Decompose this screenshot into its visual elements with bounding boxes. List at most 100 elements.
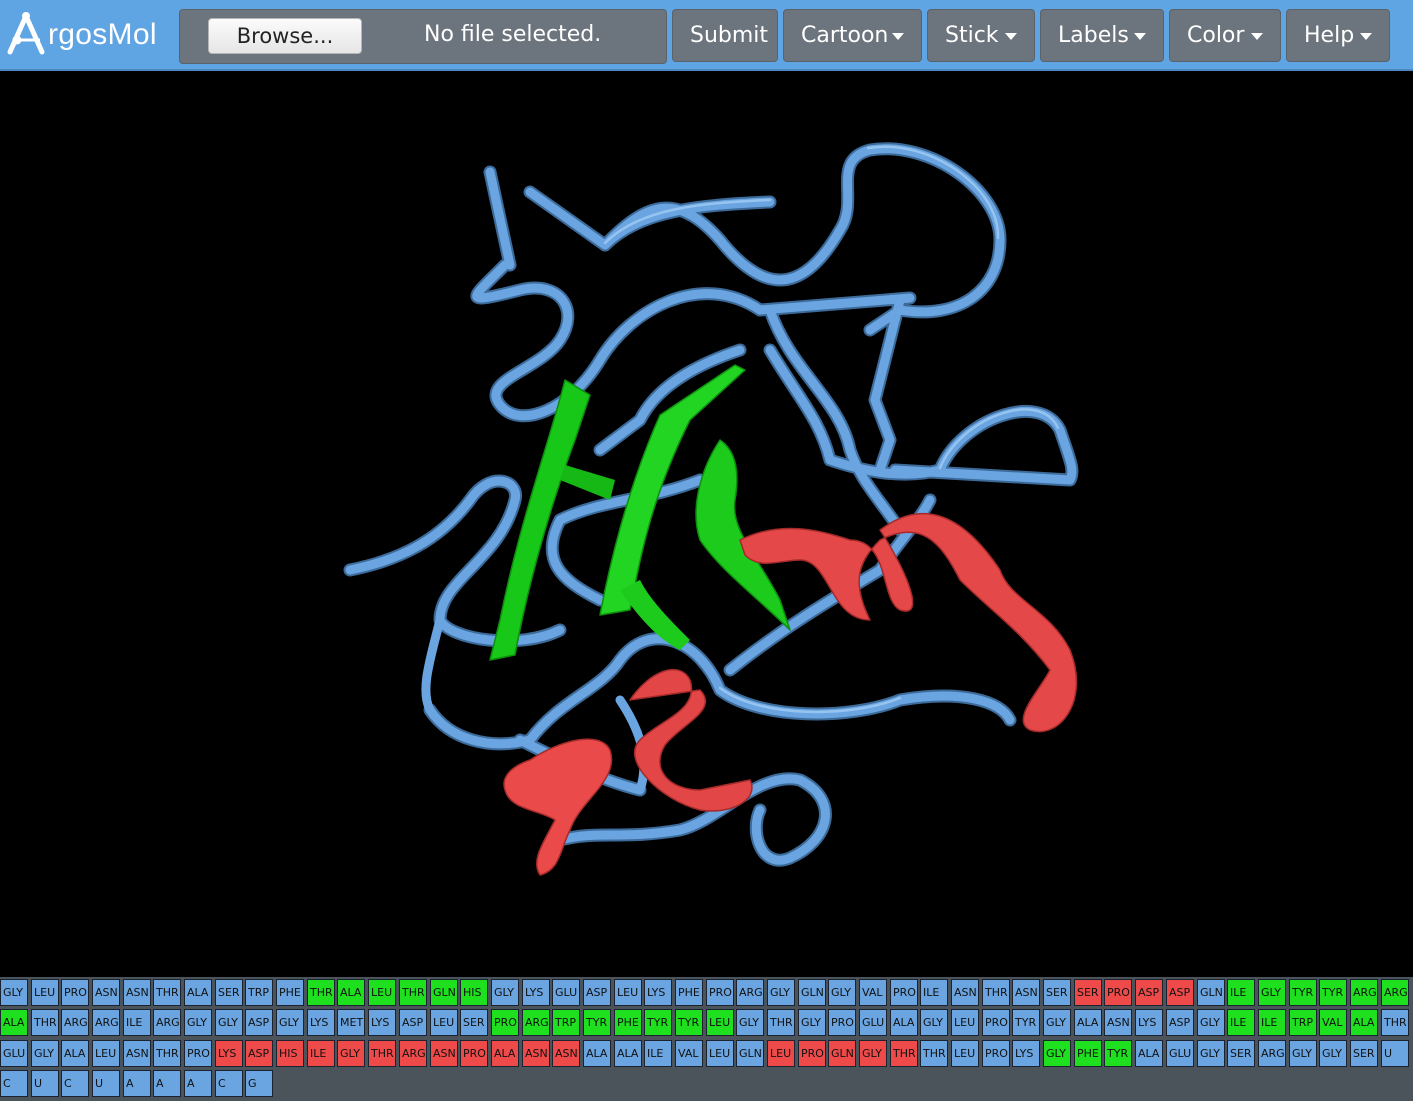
residue-cell[interactable]: ARG [1350, 979, 1378, 1006]
residue-cell[interactable]: THR [153, 979, 181, 1006]
residue-cell[interactable]: TYR [1104, 1040, 1132, 1067]
residue-cell[interactable]: GLN [798, 979, 826, 1006]
residue-cell[interactable]: ALA [583, 1040, 611, 1067]
residue-cell[interactable]: SER [460, 1009, 488, 1036]
residue-cell[interactable]: PHE [1074, 1040, 1102, 1067]
color-menu-button[interactable]: Color [1169, 9, 1281, 62]
molecule-viewer[interactable] [0, 71, 1413, 977]
residue-cell[interactable]: U [1381, 1040, 1409, 1067]
residue-cell[interactable]: PRO [491, 1009, 519, 1036]
residue-cell[interactable]: GLY [1197, 1040, 1225, 1067]
residue-cell[interactable]: ARG [736, 979, 764, 1006]
residue-cell[interactable]: HIS [460, 979, 488, 1006]
residue-cell[interactable]: A [153, 1070, 181, 1097]
residue-cell[interactable]: LYS [368, 1009, 396, 1036]
residue-cell[interactable]: GLY [276, 1009, 304, 1036]
residue-cell[interactable]: GLY [184, 1009, 212, 1036]
residue-cell[interactable]: GLU [1166, 1040, 1194, 1067]
residue-cell[interactable]: TYR [675, 1009, 703, 1036]
residue-cell[interactable]: C [0, 1070, 28, 1097]
residue-cell[interactable]: ARG [399, 1040, 427, 1067]
residue-cell[interactable]: ASP [1166, 979, 1194, 1006]
residue-cell[interactable]: LYS [522, 979, 550, 1006]
residue-cell[interactable]: THR [1381, 1009, 1409, 1036]
residue-cell[interactable]: PHE [614, 1009, 642, 1036]
residue-cell[interactable]: GLY [1043, 1009, 1071, 1036]
residue-cell[interactable]: GLY [1197, 1009, 1225, 1036]
residue-cell[interactable]: GLN [736, 1040, 764, 1067]
residue-cell[interactable]: THR [982, 979, 1010, 1006]
residue-cell[interactable]: GLY [491, 979, 519, 1006]
brand[interactable]: rgosMol [6, 10, 157, 56]
residue-cell[interactable]: ILE [123, 1009, 151, 1036]
residue-cell[interactable]: TYR [1289, 979, 1317, 1006]
residue-cell[interactable]: GLY [337, 1040, 365, 1067]
residue-cell[interactable]: ARG [1381, 979, 1409, 1006]
residue-cell[interactable]: PRO [828, 1009, 856, 1036]
residue-cell[interactable]: TYR [583, 1009, 611, 1036]
residue-cell[interactable]: GLY [1043, 1040, 1071, 1067]
residue-cell[interactable]: PRO [798, 1040, 826, 1067]
residue-cell[interactable]: GLY [828, 979, 856, 1006]
residue-cell[interactable]: GLY [798, 1009, 826, 1036]
residue-cell[interactable]: C [215, 1070, 243, 1097]
residue-cell[interactable]: A [184, 1070, 212, 1097]
residue-cell[interactable]: PRO [61, 979, 89, 1006]
residue-cell[interactable]: ALA [0, 1009, 28, 1036]
residue-cell[interactable]: ASP [583, 979, 611, 1006]
residue-cell[interactable]: ASN [123, 979, 151, 1006]
residue-cell[interactable]: ASN [92, 979, 120, 1006]
residue-cell[interactable]: LEU [368, 979, 396, 1006]
residue-cell[interactable]: ILE [307, 1040, 335, 1067]
residue-cell[interactable]: GLY [920, 1009, 948, 1036]
residue-cell[interactable]: PRO [982, 1040, 1010, 1067]
residue-cell[interactable]: ARG [153, 1009, 181, 1036]
residue-cell[interactable]: LEU [951, 1009, 979, 1036]
residue-cell[interactable]: SER [1043, 979, 1071, 1006]
residue-cell[interactable]: ARG [1258, 1040, 1286, 1067]
residue-cell[interactable]: ASP [1166, 1009, 1194, 1036]
labels-menu-button[interactable]: Labels [1040, 9, 1164, 62]
residue-cell[interactable]: HIS [276, 1040, 304, 1067]
residue-cell[interactable]: A [123, 1070, 151, 1097]
residue-cell[interactable]: ALA [890, 1009, 918, 1036]
residue-cell[interactable]: GLY [1289, 1040, 1317, 1067]
residue-cell[interactable]: G [245, 1070, 273, 1097]
residue-cell[interactable]: VAL [1319, 1009, 1347, 1036]
residue-cell[interactable]: U [92, 1070, 120, 1097]
residue-cell[interactable]: GLY [736, 1009, 764, 1036]
residue-cell[interactable]: C [61, 1070, 89, 1097]
residue-cell[interactable]: ALA [61, 1040, 89, 1067]
residue-cell[interactable]: PRO [982, 1009, 1010, 1036]
residue-cell[interactable]: GLY [1258, 979, 1286, 1006]
residue-cell[interactable]: LEU [951, 1040, 979, 1067]
cartoon-menu-button[interactable]: Cartoon [783, 9, 922, 62]
residue-cell[interactable]: THR [31, 1009, 59, 1036]
submit-button[interactable]: Submit [672, 9, 778, 62]
residue-cell[interactable]: SER [1074, 979, 1102, 1006]
residue-cell[interactable]: VAL [675, 1040, 703, 1067]
residue-cell[interactable]: ASP [245, 1040, 273, 1067]
residue-cell[interactable]: GLY [1319, 1040, 1347, 1067]
residue-cell[interactable]: ASP [1135, 979, 1163, 1006]
residue-cell[interactable]: PRO [460, 1040, 488, 1067]
residue-cell[interactable]: ALA [1135, 1040, 1163, 1067]
residue-cell[interactable]: TRP [552, 1009, 580, 1036]
residue-cell[interactable]: ASP [399, 1009, 427, 1036]
residue-cell[interactable]: PHE [675, 979, 703, 1006]
residue-cell[interactable]: LEU [767, 1040, 795, 1067]
residue-cell[interactable]: ILE [1227, 1009, 1255, 1036]
residue-cell[interactable]: LEU [92, 1040, 120, 1067]
residue-cell[interactable]: LEU [430, 1009, 458, 1036]
browse-button[interactable]: Browse... [208, 18, 362, 54]
residue-cell[interactable]: LYS [215, 1040, 243, 1067]
residue-cell[interactable]: TRP [1289, 1009, 1317, 1036]
residue-cell[interactable]: ILE [1258, 1009, 1286, 1036]
residue-cell[interactable]: THR [153, 1040, 181, 1067]
residue-cell[interactable]: GLU [859, 1009, 887, 1036]
residue-cell[interactable]: TYR [1319, 979, 1347, 1006]
residue-cell[interactable]: ASP [245, 1009, 273, 1036]
residue-cell[interactable]: LEU [706, 1009, 734, 1036]
residue-cell[interactable]: THR [890, 1040, 918, 1067]
residue-cell[interactable]: U [31, 1070, 59, 1097]
